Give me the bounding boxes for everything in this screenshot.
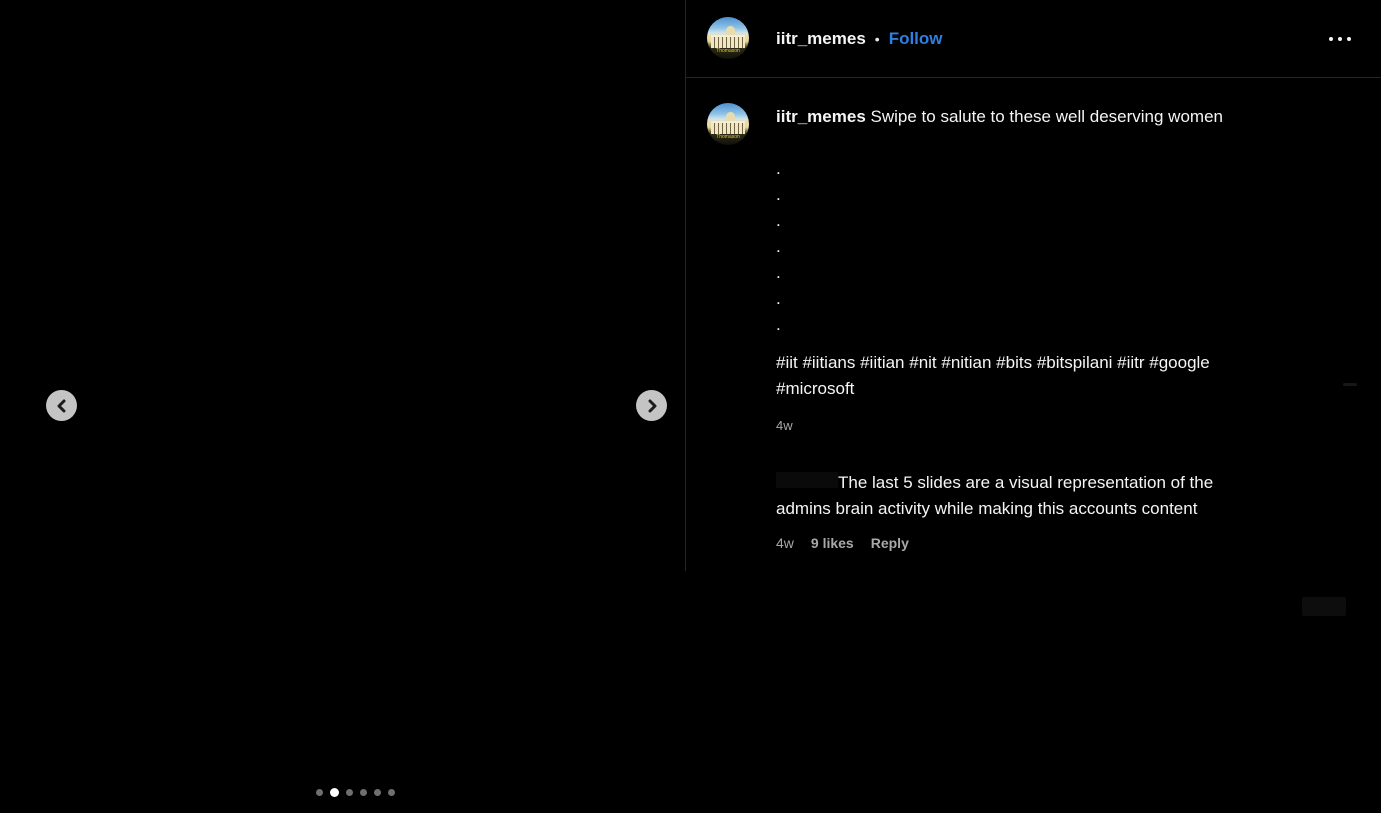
scrollbar-thumb[interactable] bbox=[1343, 383, 1357, 386]
caption-hashtags[interactable]: #iit #iitians #iitian #nit #nitian #bits… bbox=[776, 350, 1321, 402]
redaction-smudge bbox=[1302, 597, 1346, 616]
comment-timestamp: 4w bbox=[776, 534, 794, 552]
caption-body: Swipe to salute to these well deserving … bbox=[776, 107, 1223, 334]
carousel-dot-4[interactable] bbox=[360, 789, 367, 796]
carousel-dot-6[interactable] bbox=[388, 789, 395, 796]
carousel-dot-3[interactable] bbox=[346, 789, 353, 796]
carousel-prev-button[interactable] bbox=[46, 390, 77, 421]
post-username[interactable]: iitr_memes bbox=[776, 29, 866, 49]
comment-likes[interactable]: 9 likes bbox=[811, 534, 854, 552]
post-detail-pane: Thomason iitr_memes • Follow Thomason ii… bbox=[686, 0, 1381, 813]
carousel-media bbox=[0, 0, 685, 813]
carousel-dot-5[interactable] bbox=[374, 789, 381, 796]
chevron-left-icon bbox=[55, 399, 69, 413]
post-header: Thomason iitr_memes • Follow bbox=[686, 0, 1381, 78]
avatar-label: Thomason bbox=[707, 134, 749, 140]
username-follow-separator: • bbox=[875, 31, 880, 47]
chevron-right-icon bbox=[645, 399, 659, 413]
caption-avatar[interactable]: Thomason bbox=[707, 103, 749, 145]
comment: The last 5 slides are a visual represent… bbox=[776, 470, 1298, 552]
carousel-dot-1[interactable] bbox=[316, 789, 323, 796]
post-caption: iitr_memes Swipe to salute to these well… bbox=[776, 104, 1321, 402]
follow-button[interactable]: Follow bbox=[889, 29, 943, 49]
avatar-label: Thomason bbox=[707, 48, 749, 54]
comment-body: The last 5 slides are a visual represent… bbox=[776, 473, 1213, 518]
post-modal: Thomason iitr_memes • Follow Thomason ii… bbox=[0, 0, 1381, 813]
carousel-dots bbox=[0, 788, 685, 797]
carousel-dot-2[interactable] bbox=[330, 788, 339, 797]
caption-username[interactable]: iitr_memes bbox=[776, 107, 866, 126]
redacted-commenter-name bbox=[776, 472, 838, 488]
more-options-icon[interactable] bbox=[1325, 33, 1355, 45]
avatar[interactable]: Thomason bbox=[707, 17, 749, 59]
comment-text: The last 5 slides are a visual represent… bbox=[776, 470, 1298, 522]
comment-meta: 4w 9 likes Reply bbox=[776, 534, 1298, 552]
caption-timestamp: 4w bbox=[776, 417, 793, 435]
comment-reply-button[interactable]: Reply bbox=[871, 534, 909, 552]
carousel-next-button[interactable] bbox=[636, 390, 667, 421]
